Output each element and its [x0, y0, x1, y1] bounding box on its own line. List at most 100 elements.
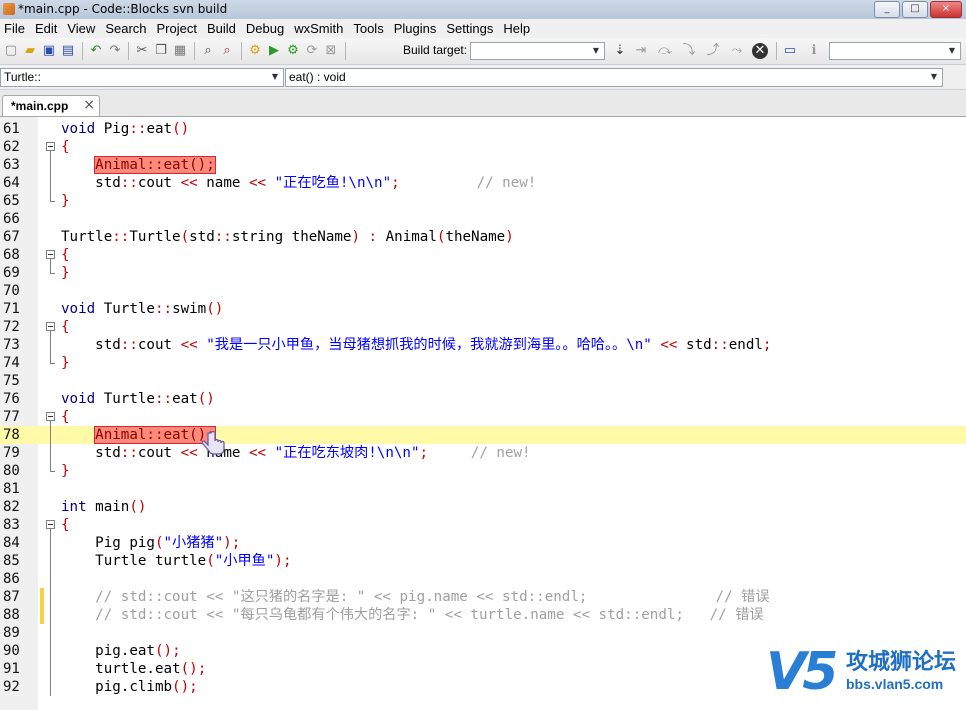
next-line-icon[interactable]: ⤼ [657, 43, 673, 59]
menu-wxsmith[interactable]: wxSmith [290, 19, 349, 38]
menu-edit[interactable]: Edit [31, 19, 63, 38]
code-line[interactable]: 78 Animal::eat(); [0, 426, 966, 444]
code-text: } [61, 463, 70, 479]
undo-icon[interactable]: ↶ [88, 43, 104, 59]
function-select[interactable]: eat() : void ▼ [285, 68, 943, 87]
code-text: { [61, 247, 70, 263]
menu-tools[interactable]: Tools [349, 19, 389, 38]
code-text: Turtle turtle("小甲鱼"); [61, 553, 292, 569]
step-out-icon[interactable]: ⤴ [705, 43, 721, 59]
save-icon[interactable]: ▣ [41, 43, 57, 59]
maximize-button[interactable]: □ [902, 1, 928, 18]
code-line[interactable]: 74} [0, 354, 966, 372]
menu-search[interactable]: Search [101, 19, 152, 38]
code-line[interactable]: 65} [0, 192, 966, 210]
code-text: pig.eat(); [61, 643, 181, 659]
menu-project[interactable]: Project [153, 19, 203, 38]
code-line[interactable]: 87 // std::cout << "这只猪的名字是: " << pig.na… [0, 588, 966, 606]
chevron-down-icon: ▼ [271, 72, 279, 81]
code-line[interactable]: 79 std::cout << name << "正在吃东坡肉!\n\n"; /… [0, 444, 966, 462]
fold-toggle-icon[interactable] [46, 322, 55, 331]
toolbar-right-select[interactable]: ▼ [829, 42, 961, 60]
copy-icon[interactable]: ❐ [153, 43, 169, 59]
watermark-site-name: 攻城狮论坛 [846, 650, 957, 675]
cut-icon[interactable]: ✂ [134, 43, 150, 59]
code-text: { [61, 319, 70, 335]
code-line[interactable]: 84 Pig pig("小猪猪"); [0, 534, 966, 552]
code-line[interactable]: 75 [0, 372, 966, 390]
menu-file[interactable]: File [0, 19, 31, 38]
redo-icon[interactable]: ↷ [107, 43, 123, 59]
rebuild-icon[interactable]: ⟳ [304, 43, 320, 59]
code-line[interactable]: 86 [0, 570, 966, 588]
code-text: } [61, 193, 70, 209]
code-text: pig.climb(); [61, 679, 198, 695]
menu-view[interactable]: View [63, 19, 101, 38]
code-line[interactable]: 62 { [0, 138, 966, 156]
step-into-icon[interactable]: ⤵ [681, 43, 697, 59]
fold-toggle-icon[interactable] [46, 142, 55, 151]
fold-toggle-icon[interactable] [46, 250, 55, 259]
new-file-icon[interactable]: ▢ [3, 43, 19, 59]
code-line[interactable]: 80} [0, 462, 966, 480]
chevron-down-icon: ▼ [930, 72, 938, 81]
line-number: 64 [3, 175, 20, 191]
menu-settings[interactable]: Settings [442, 19, 499, 38]
next-instruction-icon[interactable]: ⤳ [729, 43, 745, 59]
code-line[interactable]: 64 std::cout << name << "正在吃鱼!\n\n"; // … [0, 174, 966, 192]
build-run-icon[interactable]: ⚙ [285, 43, 301, 59]
line-number: 81 [3, 481, 20, 497]
abort-icon[interactable]: ⊠ [323, 43, 339, 59]
code-line[interactable]: 71 void Turtle::swim() [0, 300, 966, 318]
code-line[interactable]: 72 { [0, 318, 966, 336]
code-line[interactable]: 85 Turtle turtle("小甲鱼"); [0, 552, 966, 570]
build-gear-icon[interactable]: ⚙ [247, 43, 263, 59]
open-folder-icon[interactable]: ▰ [22, 43, 38, 59]
minimize-button[interactable]: _ [874, 1, 900, 18]
code-text: Pig pig("小猪猪"); [61, 535, 241, 551]
code-line[interactable]: 73 std::cout << "我是一只小甲鱼，当母猪想抓我的时候，我就游到海… [0, 336, 966, 354]
fold-toggle-icon[interactable] [46, 520, 55, 529]
debug-windows-icon[interactable]: ▭ [782, 43, 798, 59]
stop-debugger-icon[interactable]: ✕ [752, 43, 768, 59]
code-line[interactable]: 81 [0, 480, 966, 498]
tab-main-cpp[interactable]: *main.cpp × [2, 95, 100, 116]
close-window-button[interactable]: × [930, 1, 962, 18]
scope-select[interactable]: Turtle:: ▼ [0, 68, 284, 87]
code-line[interactable]: 82 int main() [0, 498, 966, 516]
menu-plugins[interactable]: Plugins [390, 19, 443, 38]
run-to-cursor-icon[interactable]: ⇥ [633, 43, 649, 59]
fold-toggle-icon[interactable] [46, 412, 55, 421]
menu-build[interactable]: Build [203, 19, 242, 38]
code-line[interactable]: 61 void Pig::eat() [0, 120, 966, 138]
code-line[interactable]: 77 { [0, 408, 966, 426]
info-icon[interactable]: ℹ [806, 43, 822, 59]
menu-debug[interactable]: Debug [242, 19, 290, 38]
code-line[interactable]: 67 Turtle::Turtle(std::string theName) : … [0, 228, 966, 246]
menu-help[interactable]: Help [499, 19, 536, 38]
change-marker [40, 606, 44, 624]
run-icon[interactable]: ▶ [266, 43, 282, 59]
find-icon[interactable]: ⌕ [200, 43, 216, 59]
code-line[interactable]: 83 { [0, 516, 966, 534]
code-line[interactable]: 88 // std::cout << "每只乌龟都有个伟大的名字: " << t… [0, 606, 966, 624]
build-target-select[interactable]: ▼ [470, 42, 605, 60]
code-line[interactable]: 69} [0, 264, 966, 282]
paste-icon[interactable]: ▦ [172, 43, 188, 59]
line-number: 62 [3, 139, 20, 155]
save-all-icon[interactable]: ▤ [60, 43, 76, 59]
replace-icon[interactable]: ⌕ [219, 43, 235, 59]
code-line[interactable]: 66 [0, 210, 966, 228]
line-number: 89 [3, 625, 20, 641]
line-number: 65 [3, 193, 20, 209]
window-controls: _ □ × [874, 1, 962, 18]
code-editor[interactable]: 61 void Pig::eat() 62{63 Animal::eat(); 64 … [0, 117, 966, 710]
code-line[interactable]: 63 Animal::eat(); [0, 156, 966, 174]
editor-tab-bar: *main.cpp × [0, 90, 966, 117]
code-line[interactable]: 70 [0, 282, 966, 300]
line-number: 85 [3, 553, 20, 569]
close-tab-icon[interactable]: × [83, 97, 95, 113]
code-line[interactable]: 76 void Turtle::eat() [0, 390, 966, 408]
code-line[interactable]: 68 { [0, 246, 966, 264]
debug-run-icon[interactable]: ⇣ [612, 43, 628, 59]
